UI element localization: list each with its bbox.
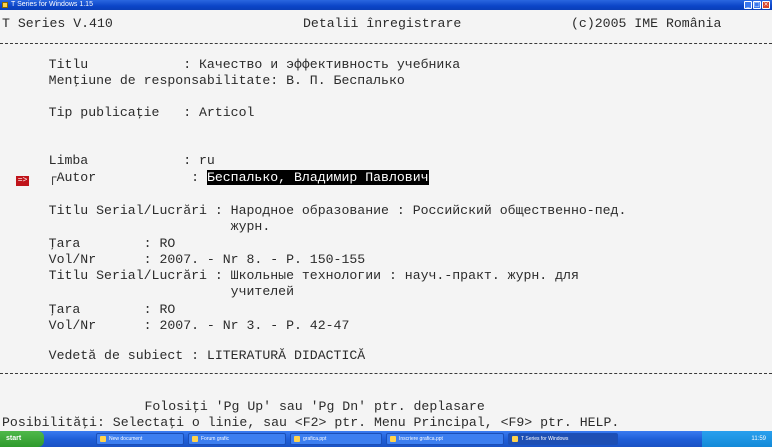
field-limba[interactable]: Limba : ru — [17, 153, 215, 169]
taskbar: start New document Forum grafic grafica.… — [0, 431, 772, 447]
autor-value-selected[interactable]: Беспалько, Владимир Павлович — [206, 170, 429, 185]
header-app-version: T Series V.410 — [2, 16, 113, 31]
window-title: T Series for Windows 1.15 — [11, 1, 93, 8]
minimize-button[interactable]: _ — [744, 1, 752, 9]
system-tray[interactable]: 11:59 — [702, 431, 772, 447]
taskbar-item[interactable]: Inscriere grafica.ppt — [386, 433, 504, 445]
field-vol-1[interactable]: Vol/Nr : 2007. - Nr 8. - P. 150-155 — [17, 252, 366, 268]
field-tara-2[interactable]: Ţara : RO — [17, 302, 176, 318]
header-divider — [0, 43, 772, 44]
taskbar-item-active[interactable]: T Series for Windows — [508, 433, 618, 445]
field-serial-1[interactable]: Titlu Serial/Lucrări : Народное образова… — [17, 203, 627, 219]
field-serial-2-cont: учителей — [17, 284, 294, 299]
footer-hint: Folosiţi 'Pg Up' sau 'Pg Dn' ptr. deplas… — [2, 399, 485, 414]
field-serial-2[interactable]: Titlu Serial/Lucrări : Школьные технолог… — [17, 268, 579, 284]
field-vol-2[interactable]: Vol/Nr : 2007. - Nr 3. - P. 42-47 — [17, 318, 350, 334]
footer-divider — [0, 373, 772, 374]
app-icon — [2, 2, 8, 8]
window-icon — [390, 436, 396, 442]
field-tip-publicatie[interactable]: Tip publicaţie : Articol — [17, 105, 255, 121]
field-serial-1-cont: журн. — [17, 219, 271, 234]
window-icon — [512, 436, 518, 442]
header-copyright: (c)2005 IME România — [571, 16, 722, 31]
field-tara-1[interactable]: Ţara : RO — [17, 236, 176, 252]
field-vedeta-subiect[interactable]: Vedetă de subiect : LITERATURĂ DIDACTICĂ — [17, 348, 366, 364]
header-screen-title: Detalii înregistrare — [303, 16, 462, 31]
taskbar-item[interactable]: grafica.ppt — [290, 433, 382, 445]
window-icon — [192, 436, 198, 442]
start-button[interactable]: start — [0, 431, 44, 447]
autor-label: ┌Autor : — [17, 170, 207, 185]
window-icon — [294, 436, 300, 442]
maximize-button[interactable]: □ — [753, 1, 761, 9]
taskbar-item[interactable]: Forum grafic — [188, 433, 286, 445]
field-autor[interactable]: ┌Autor : Беспалько, Владимир Павлович — [17, 170, 429, 186]
close-button[interactable]: × — [762, 1, 770, 9]
window-titlebar[interactable]: T Series for Windows 1.15 _ □ × — [0, 0, 772, 10]
field-titlu[interactable]: Titlu : Качество и эффективность учебник… — [17, 57, 461, 73]
console-screen[interactable]: T Series V.410 Detalii înregistrare (c)2… — [0, 10, 772, 431]
footer-options: Posibilităţi: Selectaţi o linie, sau <F2… — [2, 415, 620, 430]
window-icon — [100, 436, 106, 442]
clock: 11:59 — [751, 436, 766, 442]
taskbar-item[interactable]: New document — [96, 433, 184, 445]
field-mentiune[interactable]: Menţiune de responsabilitate: В. П. Бесп… — [17, 73, 405, 89]
